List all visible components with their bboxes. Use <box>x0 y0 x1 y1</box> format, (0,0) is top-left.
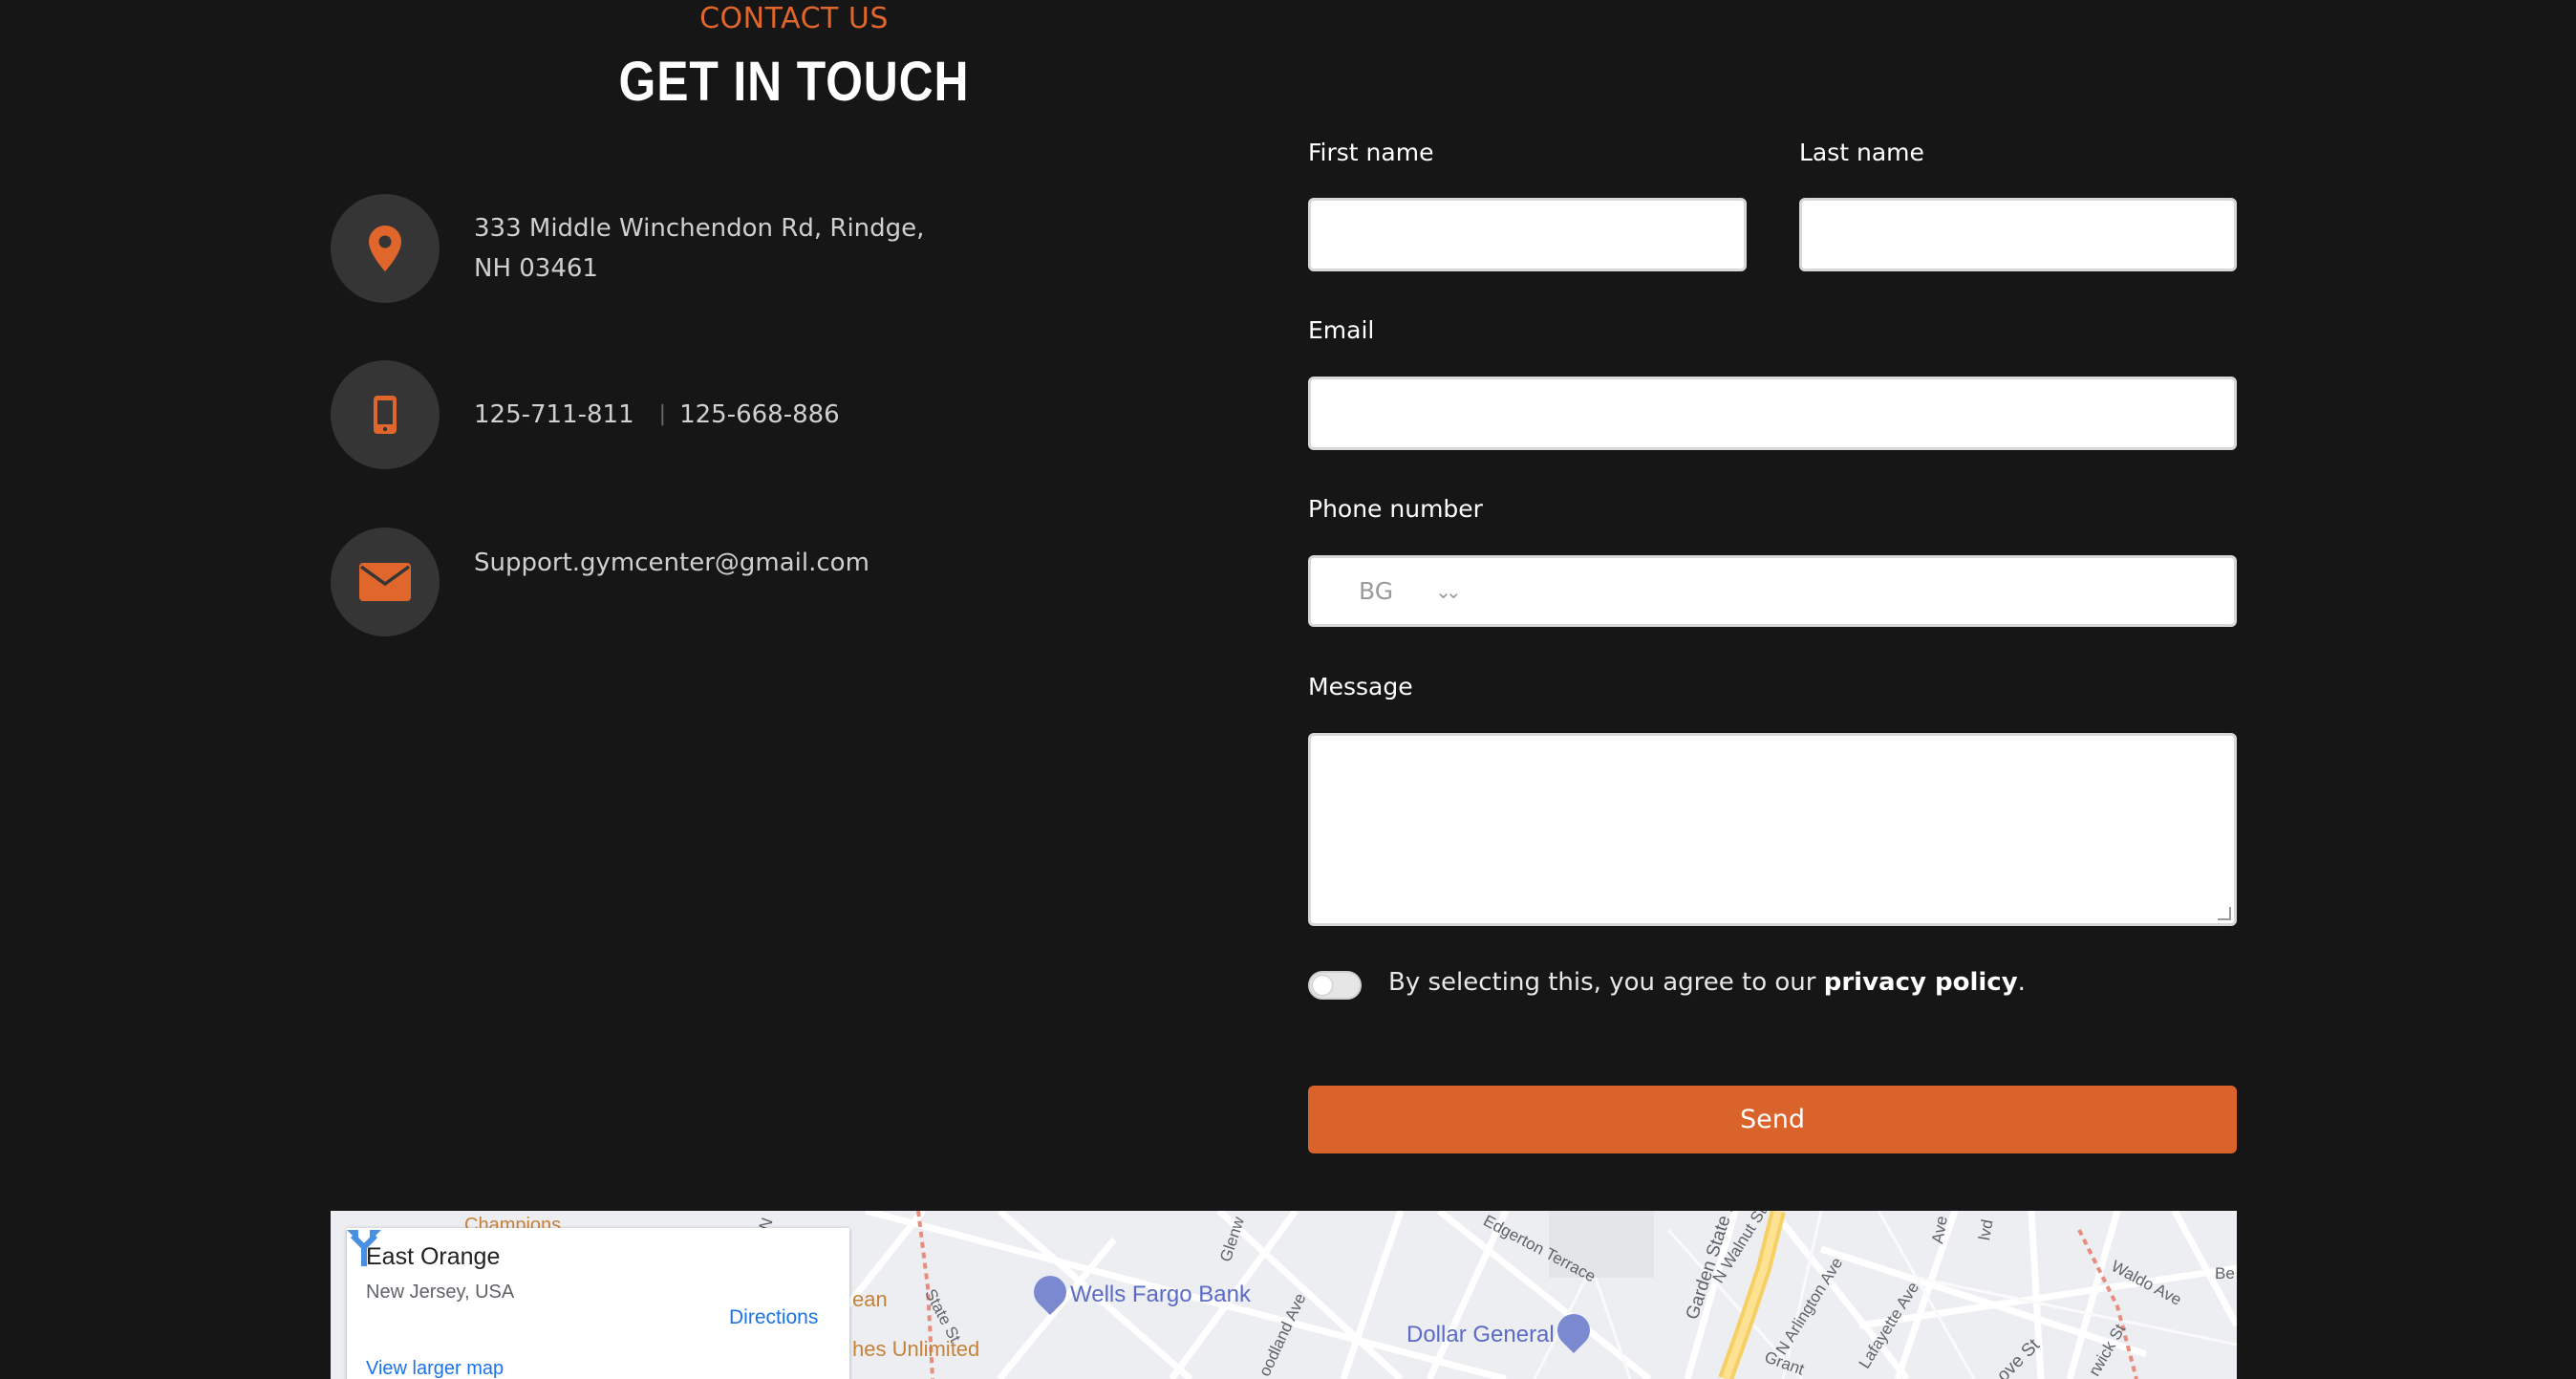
phone-separator: | <box>658 402 667 426</box>
phone-row: 125-711-811 | 125-668-886 <box>331 360 840 469</box>
section-eyebrow: CONTACT US <box>699 2 889 35</box>
map-place-region: New Jersey, USA <box>366 1282 515 1303</box>
poi-wells-fargo[interactable]: Wells Fargo Bank <box>1070 1282 1251 1308</box>
toggle-knob <box>1313 976 1332 995</box>
poi-partial-ean[interactable]: ean <box>852 1287 888 1312</box>
privacy-consent-toggle[interactable] <box>1308 971 1362 1000</box>
view-larger-map-link[interactable]: View larger map <box>366 1358 504 1379</box>
address-text: 333 Middle Winchendon Rd, Rindge, NH 034… <box>474 208 924 289</box>
last-name-input[interactable] <box>1799 198 2237 271</box>
poi-dollar-general[interactable]: Dollar General <box>1406 1322 1555 1348</box>
phone-link-2[interactable]: 125-668-886 <box>679 395 840 435</box>
map-place-card: East Orange New Jersey, USA View larger … <box>347 1228 849 1379</box>
email-icon-circle <box>331 528 440 636</box>
message-label: Message <box>1308 673 1413 700</box>
consent-suffix: . <box>2017 968 2026 997</box>
map-pin-icon <box>369 226 401 271</box>
directions-icon[interactable] <box>347 1228 381 1266</box>
street-be: Be <box>2215 1264 2235 1282</box>
phone-link-1[interactable]: 125-711-811 <box>474 395 634 435</box>
last-name-label: Last name <box>1799 139 1924 166</box>
phone-number-input[interactable] <box>1474 562 2234 620</box>
email-link[interactable]: Support.gymcenter@gmail.com <box>474 543 869 583</box>
map-place-name: East Orange <box>366 1243 501 1270</box>
country-selector[interactable]: BG ⌄⌄ <box>1359 577 1461 605</box>
phone-icon-circle <box>331 360 440 469</box>
country-code: BG <box>1359 577 1394 605</box>
privacy-consent-text: By selecting this, you agree to our priv… <box>1388 968 2026 997</box>
page-title: GET IN TOUCH <box>618 51 970 113</box>
phone-number-label: Phone number <box>1308 495 1483 523</box>
address-line-2: NH 03461 <box>474 254 598 283</box>
message-textarea[interactable] <box>1308 733 2237 926</box>
email-label: Email <box>1308 316 1375 344</box>
envelope-icon <box>359 563 411 601</box>
message-wrapper <box>1308 733 2237 926</box>
first-name-input[interactable] <box>1308 198 1747 271</box>
consent-prefix: By selecting this, you agree to our <box>1388 968 1824 997</box>
address-line-1: 333 Middle Winchendon Rd, Rindge, <box>474 214 925 243</box>
address-row: 333 Middle Winchendon Rd, Rindge, NH 034… <box>331 194 924 303</box>
directions-link[interactable]: Directions <box>729 1306 818 1329</box>
first-name-label: First name <box>1308 139 1434 166</box>
street-lvd: lvd <box>1975 1217 1997 1242</box>
phone-number-field: BG ⌄⌄ <box>1308 555 2237 627</box>
resize-handle[interactable] <box>2218 907 2231 920</box>
email-row: Support.gymcenter@gmail.com <box>331 528 869 636</box>
send-button[interactable]: Send <box>1308 1086 2237 1153</box>
embedded-map[interactable]: Wells Fargo Bank Dollar General Champion… <box>331 1211 2237 1379</box>
privacy-policy-link[interactable]: privacy policy <box>1824 968 2018 997</box>
poi-partial-unlimited[interactable]: hes Unlimited <box>852 1337 979 1362</box>
address-icon-circle <box>331 194 440 303</box>
mobile-phone-icon <box>374 396 397 434</box>
email-input[interactable] <box>1308 377 2237 450</box>
chevron-down-icon: ⌄⌄ <box>1435 579 1461 603</box>
